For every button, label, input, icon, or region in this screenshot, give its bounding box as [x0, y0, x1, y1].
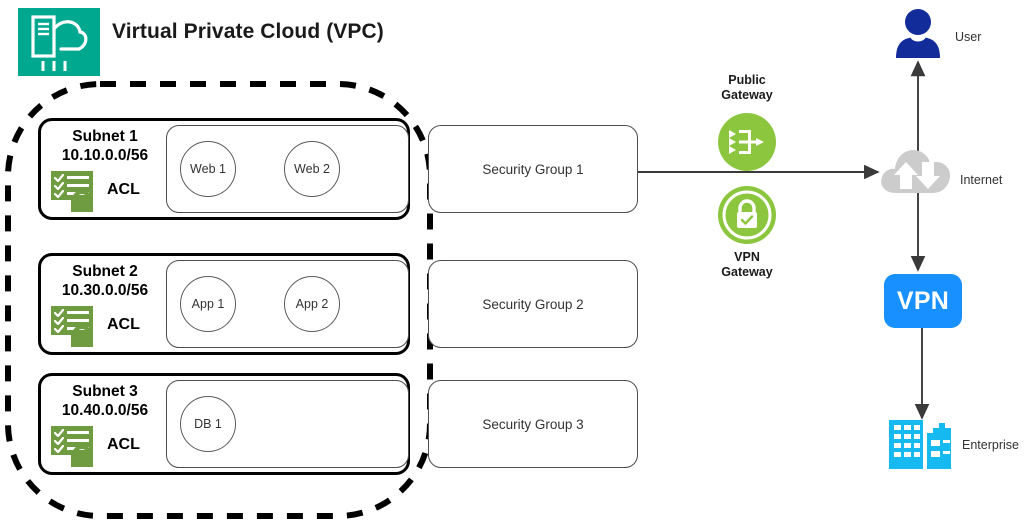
internet-label: Internet [960, 173, 1003, 187]
vpn-box[interactable]: VPN [884, 274, 962, 328]
user-person-icon [895, 8, 941, 58]
user-label: User [955, 30, 982, 44]
connector-lines [638, 60, 930, 420]
enterprise-label: Enterprise [962, 438, 1019, 452]
enterprise-buildings-icon [888, 415, 956, 469]
internet-cloud-icon [878, 143, 958, 197]
vpc-architecture-diagram: Virtual Private Cloud (VPC) Subnet 1 10.… [0, 0, 1024, 523]
